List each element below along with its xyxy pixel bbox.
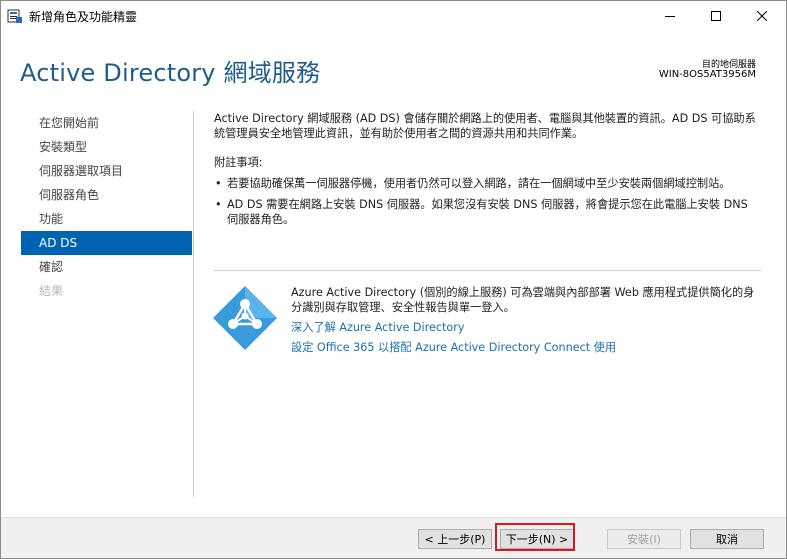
minimize-icon bbox=[665, 16, 675, 17]
nav-item-server-selection[interactable]: 伺服器選取項目 bbox=[21, 159, 192, 183]
page-title: Active Directory 網域服務 bbox=[20, 59, 321, 87]
window-title: 新增角色及功能精靈 bbox=[29, 10, 138, 24]
nav-item-before-you-begin[interactable]: 在您開始前 bbox=[21, 111, 192, 135]
previous-button[interactable]: < 上一步(P) bbox=[418, 529, 492, 549]
nav-item-features[interactable]: 功能 bbox=[21, 207, 192, 231]
configure-office365-link[interactable]: 設定 Office 365 以搭配 Azure Active Directory… bbox=[291, 339, 616, 355]
server-manager-icon bbox=[7, 9, 22, 23]
wizard-nav: 在您開始前 安裝類型 伺服器選取項目 伺服器角色 功能 AD DS 確認 結果 bbox=[21, 111, 192, 303]
wizard-window: 新增角色及功能精靈 Active Directory 網域服務 目的地伺服器 W… bbox=[0, 0, 787, 559]
install-button: 安裝(I) bbox=[607, 529, 681, 549]
note-item: 若要協助確保萬一伺服器停機，使用者仍然可以登入網路，請在一個網域中至少安裝兩個網… bbox=[214, 176, 762, 191]
azure-ad-icon bbox=[213, 286, 277, 350]
destination-server-name: WIN-8OS5AT3956M bbox=[658, 69, 756, 80]
nav-item-results: 結果 bbox=[39, 284, 64, 298]
learn-azure-ad-link[interactable]: 深入了解 Azure Active Directory bbox=[291, 319, 464, 335]
notes-list: 若要協助確保萬一伺服器停機，使用者仍然可以登入網路，請在一個網域中至少安裝兩個網… bbox=[214, 176, 762, 227]
azure-description: Azure Active Directory (個別的線上服務) 可為雲端與內部… bbox=[291, 286, 755, 314]
nav-item-confirmation[interactable]: 確認 bbox=[21, 255, 192, 279]
notes-heading: 附註事項: bbox=[214, 156, 263, 169]
title-bar: 新增角色及功能精靈 bbox=[1, 1, 786, 31]
nav-divider bbox=[193, 111, 194, 497]
minimize-button[interactable] bbox=[647, 1, 693, 31]
cancel-button[interactable]: 取消 bbox=[690, 529, 764, 549]
nav-item-server-roles[interactable]: 伺服器角色 bbox=[21, 183, 192, 207]
note-item: AD DS 需要在網路上安裝 DNS 伺服器。如果您沒有安裝 DNS 伺服器，將… bbox=[214, 197, 762, 227]
close-button[interactable] bbox=[739, 1, 785, 31]
next-button-highlight bbox=[495, 523, 575, 551]
maximize-button[interactable] bbox=[693, 1, 739, 31]
intro-text: Active Directory 網域服務 (AD DS) 會儲存關於網路上的使… bbox=[214, 112, 756, 140]
maximize-icon bbox=[711, 11, 721, 21]
section-divider bbox=[214, 270, 761, 271]
nav-item-ad-ds[interactable]: AD DS bbox=[21, 231, 192, 255]
close-icon bbox=[757, 11, 767, 21]
nav-item-installation-type[interactable]: 安裝類型 bbox=[21, 135, 192, 159]
content-panel: Active Directory 網域服務 (AD DS) 會儲存關於網路上的使… bbox=[214, 111, 762, 233]
